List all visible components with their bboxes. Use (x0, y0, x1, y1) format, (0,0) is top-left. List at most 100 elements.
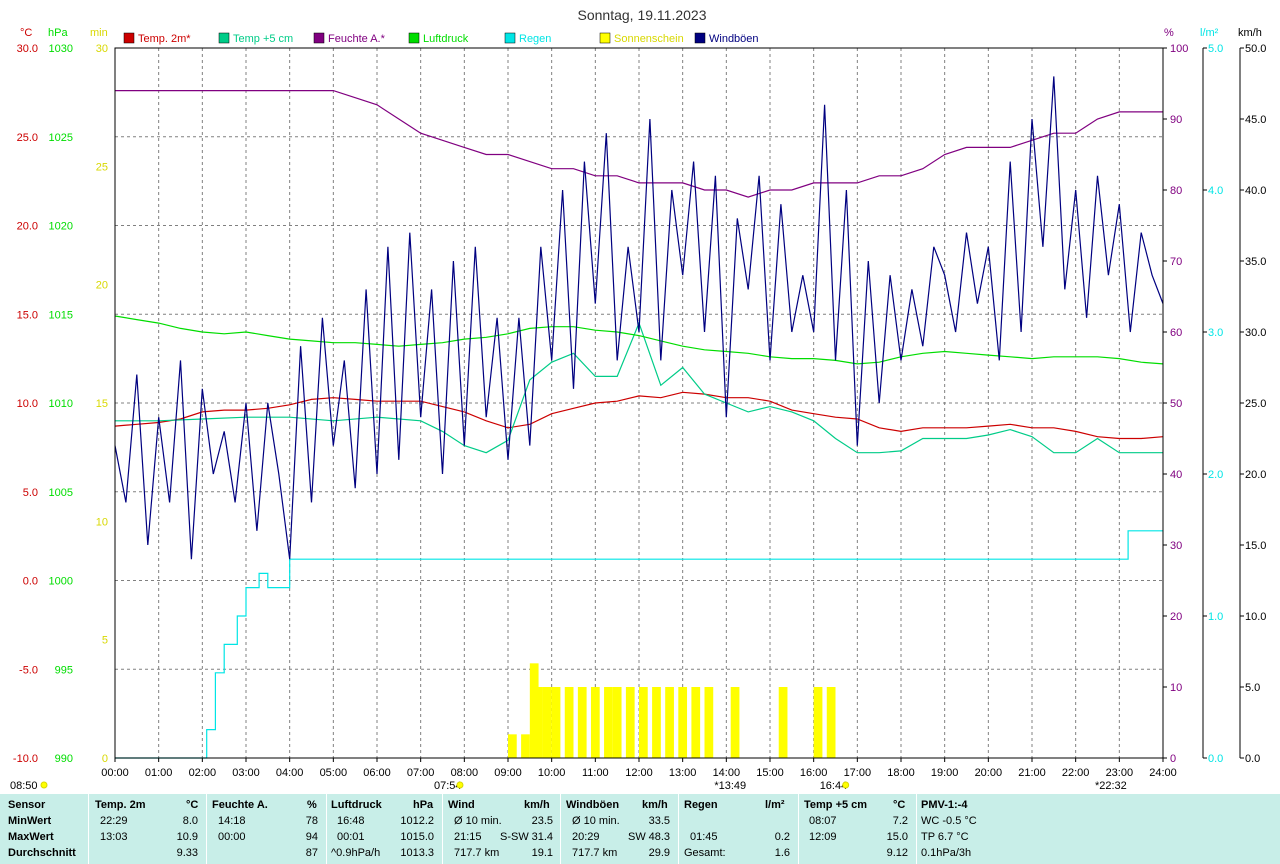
wind-tick-label: 20.0 (1245, 469, 1266, 481)
chart-legend: Temp. 2m* Temp +5 cm Feuchte A.* Luftdruck R… (123, 32, 759, 45)
sunshine-tick-label: 15 (96, 398, 108, 410)
sunshine-bar (604, 687, 613, 758)
sunshine-bar (625, 687, 635, 758)
avg-press-trend: ^0.9hPa/h (331, 847, 381, 859)
min-pmv: WC -0.5 °C (921, 815, 977, 827)
rain-tick-label: 0.0 (1208, 753, 1223, 765)
chart-axes: 00:00 01:00 02:00 03:00 04:00 05:00 06:00 07:00… (10, 27, 1266, 792)
rain-tick-label: 5.0 (1208, 43, 1223, 55)
wind-tick-label: 50.0 (1245, 43, 1266, 55)
temp-tick-label: -5.0 (19, 664, 38, 676)
wind-tick-label: 5.0 (1245, 682, 1260, 694)
x-tick-label: 08:00 (451, 767, 479, 779)
x-tick-label: 17:00 (844, 767, 872, 779)
pressure-tick-label: 990 (55, 753, 73, 765)
stats-header-hum: Feuchte A. (212, 799, 268, 811)
min-temp-value: 8.0 (182, 815, 198, 827)
temp-tick-label: 10.0 (17, 398, 38, 410)
legend-label: Temp +5 cm (233, 33, 293, 45)
max-rain-time: 01:45 (690, 831, 718, 843)
stats-header-t5: Temp +5 cm (804, 799, 868, 811)
avg-rain-value: 1.6 (774, 847, 790, 859)
max-hum-time: 00:00 (218, 831, 246, 843)
moon-label: *22:32 (1095, 780, 1127, 792)
sunshine-bar (778, 687, 788, 758)
rain-tick-label: 1.0 (1208, 611, 1223, 623)
max-rain-value: 0.2 (774, 831, 790, 843)
max-wind-value: 31.4 (531, 831, 553, 843)
sun-icon (40, 781, 48, 789)
x-tick-label: 16:00 (800, 767, 828, 779)
humidity-tick-label: 100 (1170, 43, 1188, 55)
legend-swatch (599, 32, 611, 44)
humidity-tick-label: 80 (1170, 185, 1182, 197)
legend-swatch (218, 32, 230, 44)
stats-header-pmv: PMV-1:-4 (921, 799, 968, 811)
rain-tick-label: 3.0 (1208, 327, 1223, 339)
legend-swatch (694, 32, 706, 44)
temp-tick-label: 0.0 (23, 576, 38, 588)
wind-tick-label: 45.0 (1245, 114, 1266, 126)
x-tick-label: 04:00 (276, 767, 304, 779)
min-t5-time: 08:07 (809, 815, 837, 827)
x-tick-label: 21:00 (1018, 767, 1046, 779)
humidity-tick-label: 20 (1170, 611, 1182, 623)
legend-swatch (408, 32, 420, 44)
stats-header-rain: Regen (684, 799, 718, 811)
avg-temp-value: 9.33 (176, 847, 198, 859)
sunshine-bars (508, 663, 836, 758)
stats-header-gust-unit: km/h (642, 799, 668, 811)
temp-tick-label: 30.0 (17, 43, 38, 55)
x-tick-label: 19:00 (931, 767, 959, 779)
humidity-tick-label: 40 (1170, 469, 1182, 481)
max-hum-value: 94 (305, 831, 318, 843)
x-tick-label: 01:00 (145, 767, 173, 779)
avg-press-value: 1013.3 (400, 847, 434, 859)
sunshine-tick-label: 10 (96, 516, 108, 528)
legend-label: Temp. 2m* (138, 33, 191, 45)
max-press-time: 00:01 (337, 831, 365, 843)
wind-tick-label: 30.0 (1245, 327, 1266, 339)
humidity-tick-label: 70 (1170, 256, 1182, 268)
max-sun-label: *13:49 (714, 780, 746, 792)
max-pmv: TP 6.7 °C (921, 831, 969, 843)
sunshine-bar (704, 687, 714, 758)
temp-tick-label: -10.0 (13, 753, 38, 765)
avg-gust-value: 29.9 (648, 847, 670, 859)
stats-header-wind-unit: km/h (524, 799, 550, 811)
temp-tick-label: 5.0 (23, 487, 38, 499)
pressure-tick-label: 1030 (49, 43, 73, 55)
sunshine-bar (678, 687, 688, 758)
sunshine-bar (551, 687, 561, 758)
x-tick-label: 20:00 (975, 767, 1003, 779)
sunshine-tick-label: 20 (96, 280, 108, 292)
sunshine-tick-label: 5 (102, 635, 108, 647)
x-tick-label: 00:00 (101, 767, 129, 779)
stats-header-press: Luftdruck (331, 799, 382, 811)
sunset-icon (842, 781, 850, 789)
min-hum-time: 14:18 (218, 815, 246, 827)
sunshine-bar (577, 687, 587, 758)
x-tick-label: 24:00 (1149, 767, 1177, 779)
max-t5-time: 12:09 (809, 831, 837, 843)
legend-label: Regen (519, 33, 551, 45)
sunshine-tick-label: 30 (96, 43, 108, 55)
sunshine-axis-unit: min (90, 27, 108, 39)
max-t5-value: 15.0 (886, 831, 908, 843)
min-wind-label: Ø 10 min. (454, 815, 502, 827)
chart-title: Sonntag, 19.11.2023 (578, 7, 707, 23)
stats-header-temp-unit: °C (186, 799, 199, 811)
stats-row-min-label: MinWert (8, 815, 52, 827)
humidity-tick-label: 50 (1170, 398, 1182, 410)
x-tick-label: 23:00 (1106, 767, 1134, 779)
sunshine-bar (813, 687, 823, 758)
humidity-tick-label: 0 (1170, 753, 1176, 765)
x-tick-label: 05:00 (320, 767, 348, 779)
legend-label: Feuchte A.* (328, 33, 386, 45)
sunshine-bar (534, 687, 543, 758)
avg-hum-value: 87 (305, 847, 318, 859)
max-gust-time: 20:29 (572, 831, 600, 843)
stats-header-press-unit: hPa (413, 799, 434, 811)
avg-pmv: 0.1hPa/3h (921, 847, 972, 859)
stats-header-sensor: Sensor (8, 799, 46, 811)
